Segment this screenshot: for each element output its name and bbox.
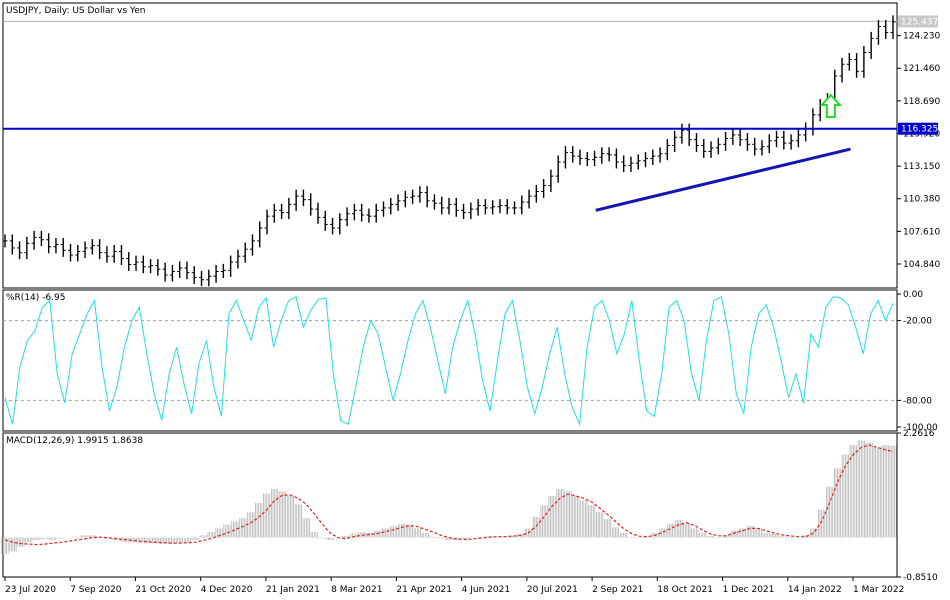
price-axis-label: 104.840	[903, 260, 940, 270]
x-axis-label: 4 Jun 2021	[462, 585, 510, 595]
x-axis-label: 14 Jan 2022	[788, 585, 842, 595]
price-panel-frame	[2, 2, 898, 289]
x-axis-label: 21 Oct 2020	[135, 585, 191, 595]
price-axis-label: 121.460	[903, 64, 940, 74]
chart-canvas: 124.230121.460118.690115.920113.150110.3…	[1, 2, 940, 595]
macd-panel-title: MACD(12,26,9) 1.9915 1.8638	[6, 436, 143, 446]
last-price-tag-label: 125.437	[901, 17, 938, 27]
x-axis-label: 21 Jan 2021	[266, 585, 320, 595]
williams-axis-label: -20.00	[903, 317, 932, 327]
x-axis-label: 8 Mar 2021	[331, 585, 382, 595]
price-axis-label: 118.690	[903, 97, 940, 107]
price-axis-label: 110.380	[903, 195, 940, 205]
price-axis-label: 107.610	[903, 227, 940, 237]
x-axis-label: 1 Dec 2021	[723, 585, 775, 595]
x-axis-label: 4 Dec 2020	[201, 585, 253, 595]
chart-root: 124.230121.460118.690115.920113.150110.3…	[0, 0, 950, 600]
williams-axis-label: 0.00	[903, 290, 923, 300]
x-axis-label: 23 Jul 2020	[5, 585, 56, 595]
x-axis-label: 7 Sep 2020	[70, 585, 122, 595]
macd-axis-label: -0.8510	[903, 573, 938, 583]
price-axis-label: 124.230	[903, 32, 940, 42]
williams-panel-title: %R(14) -6.95	[6, 293, 65, 303]
price-panel-title: USDJPY, Daily: US Dollar vs Yen	[6, 6, 145, 16]
level-tag-label: 116.325	[901, 125, 938, 135]
x-axis-label: 20 Jul 2021	[527, 585, 578, 595]
x-axis-label: 1 Mar 2022	[853, 585, 904, 595]
x-axis-label: 2 Sep 2021	[592, 585, 643, 595]
macd-axis-label: 2.2616	[903, 429, 935, 439]
price-axis-label: 113.150	[903, 162, 940, 172]
x-axis-label: 21 Apr 2021	[396, 585, 452, 595]
williams-axis-label: -80.00	[903, 396, 932, 406]
macd-panel-frame	[2, 432, 898, 578]
x-axis-label: 18 Oct 2021	[657, 585, 713, 595]
